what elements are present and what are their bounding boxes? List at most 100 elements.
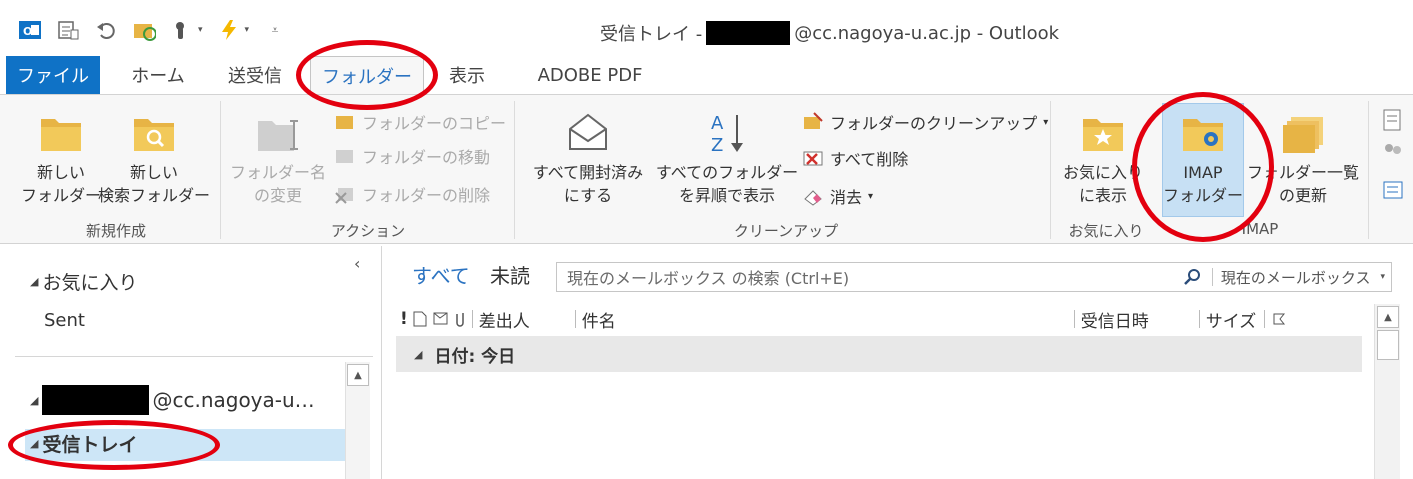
annotation-circle-inbox: [8, 420, 220, 470]
customize-qat-icon[interactable]: ⩡: [263, 18, 287, 42]
new-search-folder-button[interactable]: 新しい 検索フォルダー: [98, 109, 210, 207]
cleanup-folder-label: フォルダーのクリーンアップ: [830, 114, 1038, 133]
tab-home[interactable]: ホーム: [118, 56, 198, 94]
folder-sync-icon[interactable]: [132, 18, 156, 42]
column-separator: [471, 310, 473, 328]
search-scope-dropdown[interactable]: 現在のメールボックス ▾: [1211, 268, 1391, 287]
touch-mode-dropdown-icon[interactable]: ▾: [198, 25, 203, 35]
filter-unread[interactable]: 未読: [490, 260, 530, 289]
column-subject[interactable]: 件名: [582, 307, 1068, 332]
pane-splitter[interactable]: [381, 246, 382, 479]
group-label-cleanup: クリーンアップ: [733, 222, 839, 240]
tab-view[interactable]: 表示: [436, 56, 498, 94]
column-from[interactable]: 差出人: [479, 307, 569, 332]
attachment-column-icon[interactable]: [452, 310, 466, 328]
chevron-down-icon: ▾: [868, 190, 874, 202]
rename-folder-icon: [258, 120, 298, 151]
search-box[interactable]: 現在のメールボックス の検索 (Ctrl+E) 現在のメールボックス ▾: [556, 262, 1392, 292]
redacted-block: [42, 385, 150, 415]
column-size[interactable]: サイズ: [1206, 307, 1258, 332]
folder-properties-icon[interactable]: [1382, 179, 1404, 201]
nav-account-header[interactable]: ◢ @cc.nagoya-u…: [30, 385, 315, 415]
expanded-triangle-icon: ◢: [414, 347, 423, 361]
send-receive-icon[interactable]: [56, 18, 80, 42]
filter-all[interactable]: すべて: [412, 260, 470, 289]
permissions-icon[interactable]: [1382, 141, 1404, 163]
group-separator: [220, 101, 221, 239]
nav-scrollbar[interactable]: ▲: [345, 362, 370, 479]
column-separator: [1198, 310, 1200, 328]
group-header-today[interactable]: ◢ 日付: 今日: [396, 336, 1362, 372]
search-icon[interactable]: [1182, 267, 1204, 287]
window-title: 受信トレイ - @cc.nagoya-u.ac.jp - Outlook: [600, 20, 1059, 46]
group-separator: [1368, 101, 1369, 239]
nav-divider: [15, 356, 373, 357]
delete-folder-label: フォルダーの削除: [362, 186, 491, 205]
group-label-actions: アクション: [330, 222, 406, 240]
nav-favorites-header[interactable]: ◢ お気に入り: [30, 268, 137, 295]
redacted-block: [706, 21, 791, 45]
delete-all-icon: [803, 151, 823, 166]
annotation-circle-imap-button: [1132, 92, 1274, 242]
eraser-icon: [804, 190, 822, 206]
rename-folder-button[interactable]: フォルダー名 の変更: [226, 109, 330, 207]
delete-all-button[interactable]: すべて削除: [802, 145, 908, 171]
undo-icon[interactable]: [94, 18, 118, 42]
item-type-column-icon[interactable]: [412, 310, 428, 328]
tab-send-receive[interactable]: 送受信: [214, 56, 296, 94]
folder-icon: [41, 119, 81, 151]
expanded-triangle-icon: ◢: [30, 275, 39, 288]
reminder-column-icon[interactable]: [432, 310, 450, 328]
window-title-suffix: @cc.nagoya-u.ac.jp - Outlook: [794, 22, 1060, 44]
window-title-prefix: 受信トレイ -: [600, 24, 703, 45]
purge-button[interactable]: 消去 ▾: [802, 183, 873, 209]
svg-text:Z: Z: [711, 135, 723, 156]
cleanup-folder-icon: [804, 112, 823, 129]
search-folder-icon: [134, 119, 174, 151]
scroll-up-icon[interactable]: ▲: [347, 364, 369, 386]
delete-all-label: すべて削除: [830, 150, 909, 169]
move-folder-button[interactable]: フォルダーの移動: [334, 143, 490, 169]
group-header-label: 日付: 今日: [434, 346, 516, 367]
mail-list-scrollbar[interactable]: ▲: [1374, 304, 1400, 479]
annotation-circle-folder-tab: [296, 40, 438, 110]
title-bar: O ▾ ▾ ⩡ 受信トレイ - @cc.nagoya-u.ac.jp - Out…: [0, 0, 1413, 56]
new-folder-label: 新しい フォルダー: [20, 163, 101, 205]
svg-text:A: A: [711, 113, 724, 134]
mark-all-read-button[interactable]: すべて開封済み にする: [522, 109, 654, 207]
flag-column-icon[interactable]: [1271, 311, 1287, 327]
copy-folder-label: フォルダーのコピー: [362, 114, 507, 133]
tab-adobe-pdf[interactable]: ADOBE PDF: [520, 56, 660, 94]
star-folder-icon: [1083, 119, 1123, 151]
move-folder-label: フォルダーの移動: [362, 148, 491, 167]
new-folder-button[interactable]: 新しい フォルダー: [18, 109, 104, 207]
nav-item-sent[interactable]: Sent: [44, 310, 85, 331]
group-separator: [1050, 101, 1051, 239]
scrollbar-thumb[interactable]: [1377, 330, 1399, 360]
move-folder-icon: [336, 150, 353, 163]
chevron-down-icon: ▾: [1043, 116, 1049, 128]
purge-label: 消去: [830, 188, 863, 207]
chevron-down-icon: ▾: [1380, 272, 1385, 282]
collapse-pane-icon[interactable]: ‹: [354, 254, 360, 273]
column-separator: [574, 310, 576, 328]
search-input[interactable]: 現在のメールボックス の検索 (Ctrl+E): [557, 265, 1182, 289]
lightning-icon[interactable]: [217, 18, 241, 42]
sort-all-folders-button[interactable]: AZ すべてのフォルダー を昇順で表示: [654, 109, 800, 207]
quick-access-toolbar: O ▾ ▾ ⩡: [18, 18, 287, 42]
touch-mode-icon[interactable]: [170, 18, 194, 42]
delete-folder-button[interactable]: フォルダーの削除: [334, 181, 490, 207]
properties-icon[interactable]: [1382, 107, 1404, 133]
cleanup-folder-button[interactable]: フォルダーのクリーンアップ ▾: [802, 109, 1048, 135]
scroll-up-icon[interactable]: ▲: [1377, 306, 1399, 328]
mark-all-read-label: すべて開封済み にする: [532, 163, 644, 205]
column-separator: [1073, 310, 1075, 328]
nav-account-label: @cc.nagoya-u…: [152, 388, 315, 412]
copy-folder-button[interactable]: フォルダーのコピー: [334, 109, 506, 135]
outlook-logo-icon[interactable]: O: [18, 18, 42, 42]
importance-column-icon[interactable]: !: [400, 309, 408, 329]
tab-file[interactable]: ファイル: [6, 56, 100, 94]
ribbon-tabs: ファイル ホーム 送受信 フォルダー 表示 ADOBE PDF: [0, 56, 1413, 96]
column-received[interactable]: 受信日時: [1081, 307, 1193, 332]
lightning-dropdown-icon[interactable]: ▾: [245, 25, 250, 35]
